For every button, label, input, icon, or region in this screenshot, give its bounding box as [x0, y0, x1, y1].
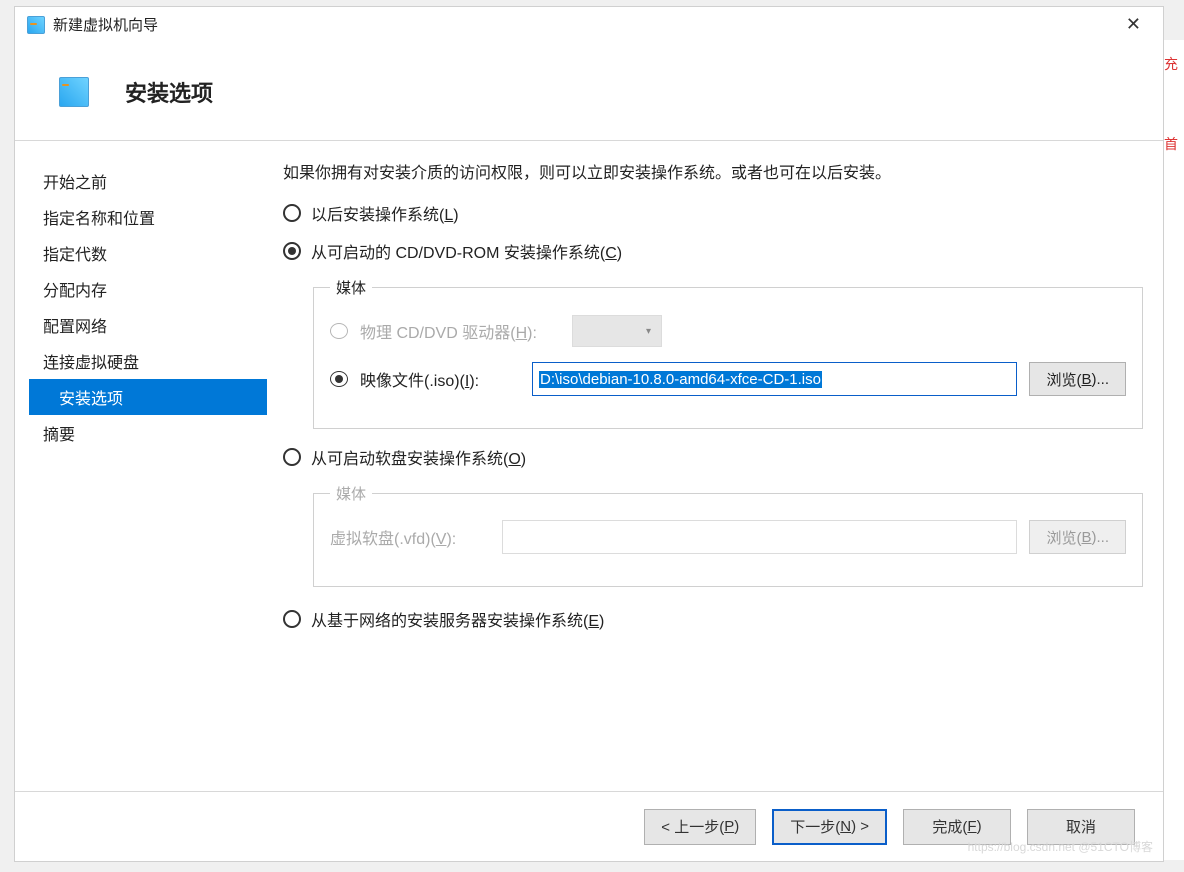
next-button[interactable]: 下一步(N) >: [772, 809, 887, 845]
media-legend: 媒体: [330, 277, 372, 298]
vfd-path-input: [502, 520, 1017, 554]
option-install-network[interactable]: 从基于网络的安装服务器安装操作系统(E): [283, 607, 1143, 631]
previous-button[interactable]: < 上一步(P): [644, 809, 756, 845]
browse-iso-button[interactable]: 浏览(B)...: [1029, 362, 1126, 396]
physical-drive-label: 物理 CD/DVD 驱动器(H):: [360, 319, 560, 343]
iso-file-label: 映像文件(.iso)(I):: [360, 367, 520, 391]
media-group-floppy: 媒体 虚拟软盘(.vfd)(V): 浏览(B)...: [313, 483, 1143, 587]
sidebar-item-before-you-begin[interactable]: 开始之前: [29, 163, 267, 199]
radio-icon: [330, 323, 348, 339]
option-install-cd[interactable]: 从可启动的 CD/DVD-ROM 安装操作系统(C): [283, 239, 1143, 263]
close-button[interactable]: ✕: [1116, 10, 1151, 39]
bg-char: 充: [1164, 54, 1184, 74]
sidebar-item-name-location[interactable]: 指定名称和位置: [29, 199, 267, 235]
physical-drive-combo: [572, 315, 662, 347]
sidebar-item-summary[interactable]: 摘要: [29, 415, 267, 451]
radio-icon: [283, 204, 301, 222]
radio-icon: [283, 610, 301, 628]
media-legend: 媒体: [330, 483, 372, 504]
option-label: 从可启动的 CD/DVD-ROM 安装操作系统(C): [311, 239, 622, 263]
option-install-floppy[interactable]: 从可启动软盘安装操作系统(O): [283, 445, 1143, 469]
iso-path-input[interactable]: D:\iso\debian-10.8.0-amd64-xfce-CD-1.iso: [532, 362, 1017, 396]
option-label: 从基于网络的安装服务器安装操作系统(E): [311, 607, 604, 631]
window-title: 新建虚拟机向导: [53, 14, 1116, 35]
page-heading: 安装选项: [125, 76, 213, 108]
vfd-label: 虚拟软盘(.vfd)(V):: [330, 525, 490, 549]
app-icon: [27, 16, 45, 34]
titlebar: 新建虚拟机向导 ✕: [15, 7, 1163, 43]
description-text: 如果你拥有对安装介质的访问权限，则可以立即安装操作系统。或者也可在以后安装。: [283, 159, 1143, 183]
option-label: 从可启动软盘安装操作系统(O): [311, 445, 526, 469]
radio-icon: [283, 448, 301, 466]
option-label: 以后安装操作系统(L): [311, 201, 459, 225]
sidebar-item-memory[interactable]: 分配内存: [29, 271, 267, 307]
watermark-text: https://blog.csdn.net @51CTO博客: [968, 838, 1153, 855]
sidebar-item-generation[interactable]: 指定代数: [29, 235, 267, 271]
sidebar-item-vhd[interactable]: 连接虚拟硬盘: [29, 343, 267, 379]
sidebar-item-network[interactable]: 配置网络: [29, 307, 267, 343]
media-group-cd: 媒体 物理 CD/DVD 驱动器(H): 映像文件(.iso)(I): D:\i…: [313, 277, 1143, 429]
bg-char: 首: [1164, 134, 1184, 154]
option-install-later[interactable]: 以后安装操作系统(L): [283, 201, 1143, 225]
background-edge-right: 充 首: [1164, 40, 1184, 860]
sidebar-item-install-options[interactable]: 安装选项: [29, 379, 267, 415]
radio-icon: [283, 242, 301, 260]
wizard-sidebar: 开始之前 指定名称和位置 指定代数 分配内存 配置网络 连接虚拟硬盘 安装选项 …: [15, 141, 267, 791]
browse-vfd-button: 浏览(B)...: [1029, 520, 1126, 554]
wizard-content: 如果你拥有对安装介质的访问权限，则可以立即安装操作系统。或者也可在以后安装。 以…: [267, 141, 1163, 791]
wizard-icon: [59, 77, 89, 107]
wizard-window: 新建虚拟机向导 ✕ 安装选项 开始之前 指定名称和位置 指定代数 分配内存 配置…: [14, 6, 1164, 862]
radio-iso[interactable]: [330, 371, 348, 387]
wizard-header: 安装选项: [15, 43, 1163, 141]
